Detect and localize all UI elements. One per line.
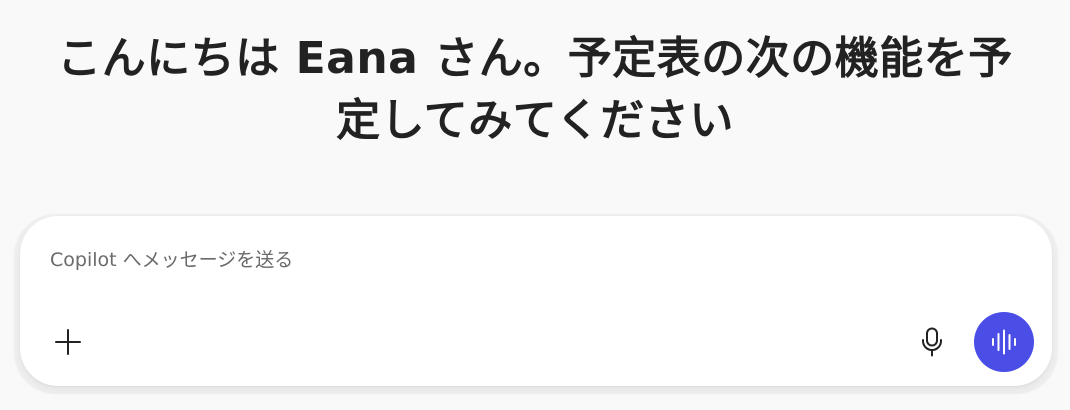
microphone-icon <box>920 327 944 357</box>
microphone-button[interactable] <box>912 322 952 362</box>
add-button[interactable] <box>48 322 88 362</box>
greeting-line-2: 定してみてください <box>336 95 734 146</box>
voice-mode-button[interactable] <box>974 312 1034 372</box>
plus-icon <box>54 328 82 356</box>
copilot-page: こんにちは Eana さん。予定表の次の機能を予 定してみてください <box>0 0 1070 410</box>
greeting-heading: こんにちは Eana さん。予定表の次の機能を予 定してみてください <box>30 28 1040 152</box>
voice-waveform-icon <box>990 329 1018 355</box>
greeting-line-1: こんにちは Eana さん。予定表の次の機能を予 <box>57 33 1013 84</box>
message-input[interactable] <box>50 242 1010 278</box>
message-composer <box>20 216 1052 386</box>
